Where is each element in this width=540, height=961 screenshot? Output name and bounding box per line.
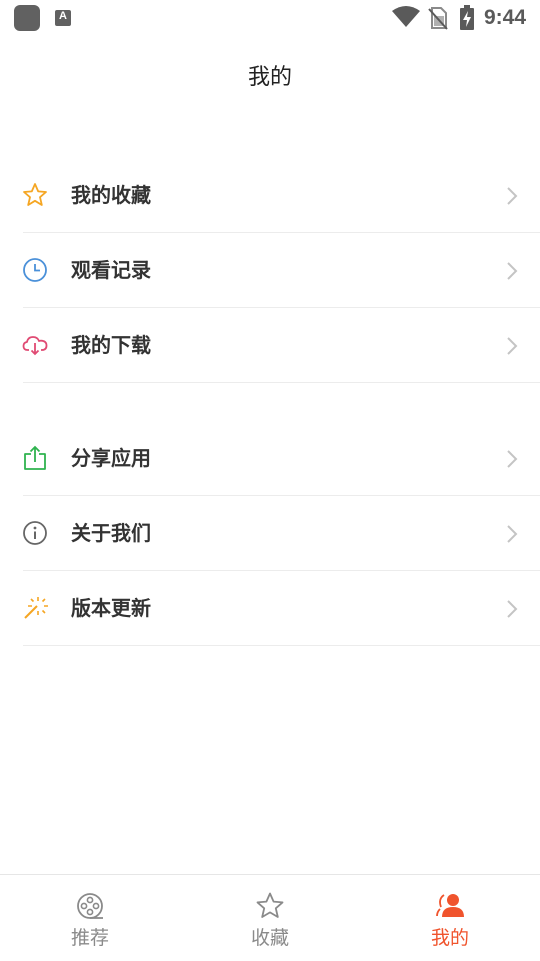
nav-tab-recommend[interactable]: 推荐: [0, 875, 180, 961]
chevron-right-icon: [507, 337, 518, 355]
menu-item-about[interactable]: 关于我们: [0, 496, 540, 571]
divider: [23, 645, 540, 646]
menu-item-label: 关于我们: [71, 521, 151, 545]
menu-item-label: 观看记录: [71, 258, 151, 282]
nav-tab-label: 推荐: [70, 927, 109, 949]
app-notification-icon: [14, 5, 40, 31]
chevron-right-icon: [507, 187, 518, 205]
menu-item-label: 我的收藏: [71, 183, 151, 207]
nav-tab-label: 我的: [430, 927, 469, 949]
keyboard-notification-icon: A: [55, 10, 71, 26]
divider: [23, 382, 540, 383]
cloud-download-icon: [22, 336, 48, 356]
no-sim-icon: [428, 7, 448, 30]
chevron-right-icon: [507, 450, 518, 468]
magic-wand-icon: [24, 597, 48, 619]
star-icon: [23, 183, 47, 206]
menu-item-favorites[interactable]: 我的收藏: [0, 158, 540, 233]
nav-tab-mine[interactable]: 我的: [360, 875, 540, 961]
chevron-right-icon: [507, 600, 518, 618]
battery-charging-icon: [460, 5, 474, 30]
share-icon: [24, 445, 46, 470]
menu-item-update[interactable]: 版本更新: [0, 571, 540, 646]
film-reel-icon: [77, 893, 103, 919]
chevron-right-icon: [507, 262, 518, 280]
user-icon: [436, 894, 464, 917]
menu-item-label: 版本更新: [71, 596, 151, 620]
menu-group-app: 分享应用 关于我们 版本更新: [0, 421, 540, 646]
clock-icon: [23, 258, 47, 282]
page-title: 我的: [247, 65, 292, 90]
status-bar: A 9:44: [0, 0, 540, 36]
menu-item-downloads[interactable]: 我的下载: [0, 308, 540, 383]
info-icon: [23, 521, 47, 545]
chevron-right-icon: [507, 525, 518, 543]
nav-tab-favorites[interactable]: 收藏: [180, 875, 360, 961]
menu-item-share[interactable]: 分享应用: [0, 421, 540, 496]
clock-time: 9:44: [484, 6, 527, 29]
menu-item-history[interactable]: 观看记录: [0, 233, 540, 308]
nav-tab-label: 收藏: [250, 927, 289, 949]
menu-item-label: 我的下载: [71, 333, 151, 357]
wifi-icon: [392, 6, 420, 27]
star-outline-icon: [256, 892, 284, 918]
menu-item-label: 分享应用: [71, 446, 151, 470]
bottom-nav: 推荐 收藏 我的: [0, 874, 540, 961]
menu-group-personal: 我的收藏 观看记录 我的下载: [0, 158, 540, 383]
